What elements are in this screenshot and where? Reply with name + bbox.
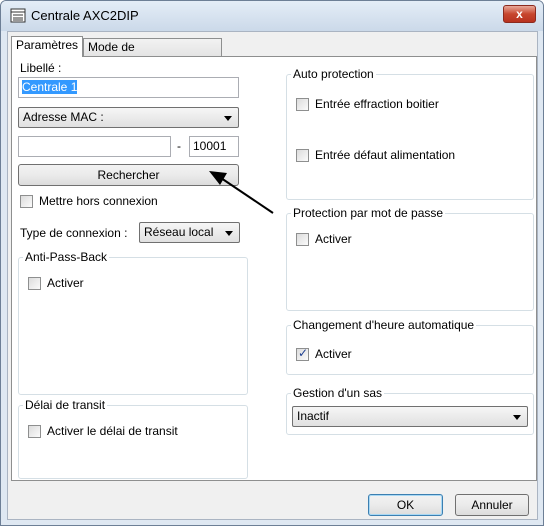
power-fault-checkbox[interactable]: [296, 149, 309, 162]
window-title: Centrale AXC2DIP: [31, 8, 139, 23]
libelle-input[interactable]: Centrale 1: [18, 77, 239, 98]
checkbox-label: Activer le délai de transit: [47, 424, 178, 438]
airlock-value: Inactif: [297, 409, 330, 423]
ok-button[interactable]: OK: [368, 494, 443, 516]
checkbox-label: Activer: [315, 232, 352, 246]
offline-checkbox[interactable]: [20, 195, 33, 208]
port-separator: -: [177, 139, 181, 153]
address-type-value: Adresse MAC :: [23, 110, 104, 124]
anti-pass-back-checkbox[interactable]: [28, 277, 41, 290]
dst-checkbox[interactable]: [296, 346, 309, 361]
password-protection-checkbox[interactable]: [296, 233, 309, 246]
password-protection-group: Protection par mot de passe Activer: [286, 206, 534, 311]
connection-type-value: Réseau local: [144, 225, 214, 239]
offline-checkbox-label: Mettre hors connexion: [39, 194, 158, 208]
transit-delay-group: Délai de transit Activer le délai de tra…: [18, 398, 248, 479]
checkbox-label: Entrée effraction boitier: [315, 97, 439, 111]
chevron-down-icon: [225, 231, 233, 236]
group-title: Délai de transit: [23, 398, 108, 412]
tab-label: Paramètres: [16, 38, 79, 52]
tab-panel-parametres: Libellé : Centrale 1 Adresse MAC : - 100…: [11, 56, 537, 481]
close-button[interactable]: x: [503, 5, 536, 23]
group-title: Auto protection: [291, 67, 376, 81]
group-title: Gestion d'un sas: [291, 386, 385, 400]
transit-delay-checkbox[interactable]: [28, 425, 41, 438]
cancel-button[interactable]: Annuler: [455, 494, 529, 516]
libelle-label: Libellé :: [20, 61, 62, 75]
airlock-group: Gestion d'un sas Inactif: [286, 386, 534, 435]
search-button[interactable]: Rechercher: [18, 164, 239, 186]
title-bar[interactable]: Centrale AXC2DIP x: [1, 1, 543, 31]
close-icon: x: [516, 7, 523, 21]
dialog-client-area: Paramètres Mode de fonctionnement Libell…: [7, 31, 538, 520]
checkbox-label: Activer: [315, 347, 352, 361]
group-title: Anti-Pass-Back: [23, 250, 110, 264]
port-value: 10001: [193, 139, 227, 153]
airlock-select[interactable]: Inactif: [292, 406, 528, 427]
search-button-label: Rechercher: [97, 168, 160, 182]
chevron-down-icon: [224, 116, 232, 121]
auto-protection-group: Auto protection Entrée effraction boitie…: [286, 67, 534, 200]
tamper-input-checkbox[interactable]: [296, 98, 309, 111]
address-type-select[interactable]: Adresse MAC :: [18, 107, 239, 128]
connection-type-select[interactable]: Réseau local: [139, 222, 240, 243]
ok-button-label: OK: [396, 498, 415, 512]
chevron-down-icon: [513, 415, 521, 420]
address-input[interactable]: [18, 136, 171, 157]
connection-type-label: Type de connexion :: [20, 226, 128, 240]
dialog-window: Centrale AXC2DIP x Paramètres Mode de fo…: [0, 0, 544, 526]
dst-group: Changement d'heure automatique Activer: [286, 318, 534, 375]
cancel-button-label: Annuler: [471, 498, 513, 512]
libelle-value: Centrale 1: [22, 80, 78, 94]
tab-mode-fonctionnement[interactable]: Mode de fonctionnement: [83, 38, 222, 71]
checkbox-label: Entrée défaut alimentation: [315, 148, 456, 162]
group-title: Changement d'heure automatique: [291, 318, 477, 332]
group-title: Protection par mot de passe: [291, 206, 446, 220]
checkbox-label: Activer: [47, 276, 84, 290]
app-window-icon: [10, 8, 26, 23]
anti-pass-back-group: Anti-Pass-Back Activer: [18, 250, 248, 395]
tab-parametres[interactable]: Paramètres: [11, 36, 83, 57]
port-input[interactable]: 10001: [189, 136, 239, 157]
